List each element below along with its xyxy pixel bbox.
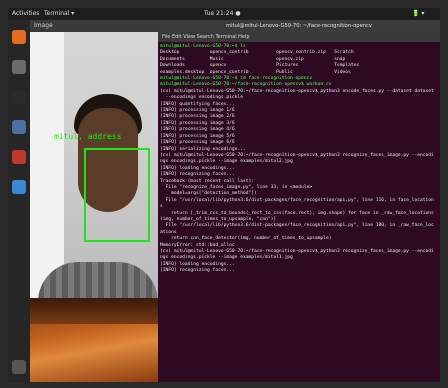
activities-button[interactable]: Activities: [12, 8, 39, 20]
terminal-line: File "/usr/local/lib/python3.6/dist-pack…: [160, 223, 434, 229]
top-bar: Activities Terminal ▾ Tue 21:24 ● 🔋 ▾: [8, 8, 440, 20]
wallpaper: [30, 298, 158, 382]
image-window-title: Image: [34, 22, 53, 29]
face-photo: mitul, address: [30, 32, 158, 310]
dock: [8, 20, 30, 382]
firefox-icon[interactable]: [12, 30, 26, 44]
clock[interactable]: Tue 21:24 ●: [204, 8, 241, 20]
terminal-title[interactable]: mitul@mitul-Lenovo-G50-70: ~/face-recogn…: [158, 20, 440, 32]
software-icon[interactable]: [12, 150, 26, 164]
help-icon[interactable]: [12, 180, 26, 194]
terminal-window[interactable]: mitul@mitul-Lenovo-G50-70: ~/face-recogn…: [158, 20, 440, 382]
image-window-titlebar[interactable]: Image: [30, 20, 158, 32]
terminal-menu[interactable]: File Edit View Search Terminal Help: [158, 32, 440, 42]
system-menu[interactable]: 🔋 ▾: [412, 8, 424, 20]
face-bounding-box: [84, 148, 150, 242]
files-icon[interactable]: [12, 60, 26, 74]
settings-icon[interactable]: [12, 120, 26, 134]
app-menu[interactable]: Terminal ▾: [44, 8, 74, 20]
image-window: Image mitul, address: [30, 20, 158, 310]
apps-grid-icon[interactable]: [12, 360, 26, 374]
face-label: mitul, address: [54, 132, 122, 141]
wallpaper-ridge: [30, 298, 158, 324]
terminal-output[interactable]: mitul@mitul-Lenovo-G50-70:~$ ls Desktop o…: [160, 44, 436, 275]
terminal-line: File "/usr/local/lib/python3.6/dist-pack…: [160, 197, 434, 203]
terminal-line: [INFO] recognizing faces...: [160, 268, 235, 274]
terminal-icon[interactable]: [12, 90, 26, 104]
